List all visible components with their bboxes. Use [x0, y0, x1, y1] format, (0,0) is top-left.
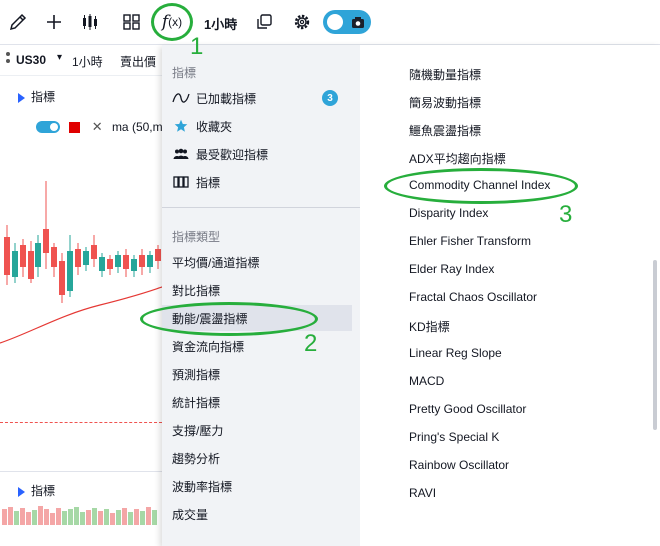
- annotation-circle-2: [140, 302, 318, 336]
- category-statistics[interactable]: 統計指標: [162, 389, 352, 415]
- category-money-flow[interactable]: 資金流向指標: [162, 333, 352, 359]
- indicator-item[interactable]: Linear Reg Slope: [409, 346, 502, 360]
- expand-triangle-icon[interactable]: [18, 486, 25, 497]
- price-line: [0, 422, 162, 424]
- category-forecast[interactable]: 預測指標: [162, 361, 352, 387]
- symbol-label[interactable]: US30: [16, 53, 46, 67]
- drag-dot: [6, 52, 10, 56]
- indicator-item[interactable]: 簡易波動指標: [409, 94, 481, 111]
- pane-divider: [0, 471, 162, 472]
- menu-item-label: 指標: [196, 175, 221, 190]
- section-title-indicators: 指標: [172, 66, 197, 80]
- interval-label[interactable]: 1小時: [204, 14, 237, 33]
- chart-area[interactable]: US30 ▾ 1小時 賣出價 指標 ✕ ma (50,ma: [0, 45, 162, 546]
- ma-toggle[interactable]: [36, 121, 60, 133]
- category-comparison[interactable]: 對比指標: [162, 277, 352, 303]
- indicator-item[interactable]: Disparity Index: [409, 206, 488, 220]
- menu-item-label: 最受歡迎指標: [196, 147, 269, 162]
- chevron-down-icon[interactable]: ▾: [57, 52, 62, 63]
- menu-item-popular[interactable]: 最受歡迎指標: [162, 141, 352, 167]
- menu-item-label: 收藏夾: [196, 119, 233, 134]
- loaded-count-badge: 3: [322, 90, 338, 106]
- indicators-legend-label: 指標: [31, 90, 56, 104]
- ma-color-swatch[interactable]: [69, 121, 81, 133]
- indicator-item[interactable]: 隨機動量指標: [409, 66, 481, 83]
- people-icon: [172, 147, 190, 161]
- category-trend-analysis[interactable]: 趨勢分析: [162, 445, 352, 471]
- indicator-item[interactable]: MACD: [409, 374, 444, 388]
- annotation-number-1: 1: [190, 33, 204, 60]
- volume-bars: [2, 506, 157, 525]
- volume-indicators-label: 指標: [31, 484, 56, 498]
- expand-triangle-icon[interactable]: [18, 92, 25, 103]
- menu-item-favorites[interactable]: 收藏夾: [162, 113, 352, 139]
- annotation-circle-1: [151, 3, 193, 41]
- category-volume[interactable]: 成交量: [162, 501, 352, 527]
- top-toolbar: f (x) 1小時: [0, 0, 660, 45]
- clone-icon[interactable]: [250, 8, 278, 36]
- annotation-number-3: 3: [559, 201, 573, 228]
- indicator-item[interactable]: ADX平均趨向指標: [409, 150, 506, 167]
- camera-icon: [352, 17, 364, 28]
- toggle-knob: [327, 14, 343, 30]
- category-moving-average[interactable]: 平均價/通道指標: [162, 249, 352, 275]
- indicator-item[interactable]: Fractal Chaos Oscillator: [409, 290, 537, 304]
- indicator-item[interactable]: KD指標: [409, 318, 450, 335]
- gear-icon[interactable]: [288, 8, 316, 36]
- category-support-resistance[interactable]: 支撐/壓力: [162, 417, 352, 443]
- volume-indicators-legend[interactable]: 指標: [18, 482, 55, 499]
- indicator-item[interactable]: 鱷魚震盪指標: [409, 122, 481, 139]
- indicator-item[interactable]: Pring's Special K: [409, 430, 499, 444]
- chart-toggle[interactable]: [323, 10, 371, 34]
- menu-item-label: 已加載指標: [196, 91, 257, 106]
- star-icon: [172, 119, 190, 133]
- indicator-item[interactable]: Rainbow Oscillator: [409, 458, 509, 472]
- indicator-item[interactable]: Pretty Good Oscillator: [409, 402, 526, 416]
- indicator-dropdown: 指標 已加載指標 3 收藏夾 最受歡迎指標 指標 指標類型 平均價/通道指標 對…: [162, 45, 660, 546]
- remove-icon[interactable]: ✕: [92, 119, 103, 134]
- indicator-item[interactable]: Elder Ray Index: [409, 262, 494, 276]
- price-type-label[interactable]: 賣出價: [120, 53, 156, 70]
- annotation-circle-3: [384, 168, 578, 204]
- menu-item-indicators[interactable]: 指標: [162, 169, 352, 195]
- category-volatility[interactable]: 波動率指標: [162, 473, 352, 499]
- plus-icon[interactable]: [40, 8, 68, 36]
- indicator-category-column: 指標 已加載指標 3 收藏夾 最受歡迎指標 指標 指標類型 平均價/通道指標 對…: [162, 45, 360, 546]
- columns-icon: [172, 175, 190, 189]
- pencil-icon[interactable]: [4, 8, 32, 36]
- section-divider: [162, 207, 360, 208]
- annotation-number-2: 2: [304, 330, 318, 357]
- candles-icon[interactable]: [76, 8, 104, 36]
- drag-dot: [6, 59, 10, 63]
- candlestick-chart: [0, 181, 162, 344]
- ma-legend[interactable]: ✕ ma (50,ma: [36, 119, 162, 135]
- ma-label: ma (50,ma: [111, 120, 162, 134]
- indicator-item[interactable]: RAVI: [409, 486, 436, 500]
- indicators-legend[interactable]: 指標: [18, 88, 55, 105]
- symbol-bar: US30 ▾ 1小時 賣出價: [0, 45, 162, 76]
- section-title-indicator-types: 指標類型: [172, 230, 221, 244]
- menu-scrollbar[interactable]: [653, 260, 657, 430]
- layout-icon[interactable]: [118, 8, 146, 36]
- wave-icon: [172, 91, 190, 105]
- indicator-item[interactable]: Ehler Fisher Transform: [409, 234, 531, 248]
- chart-interval: 1小時: [72, 55, 103, 69]
